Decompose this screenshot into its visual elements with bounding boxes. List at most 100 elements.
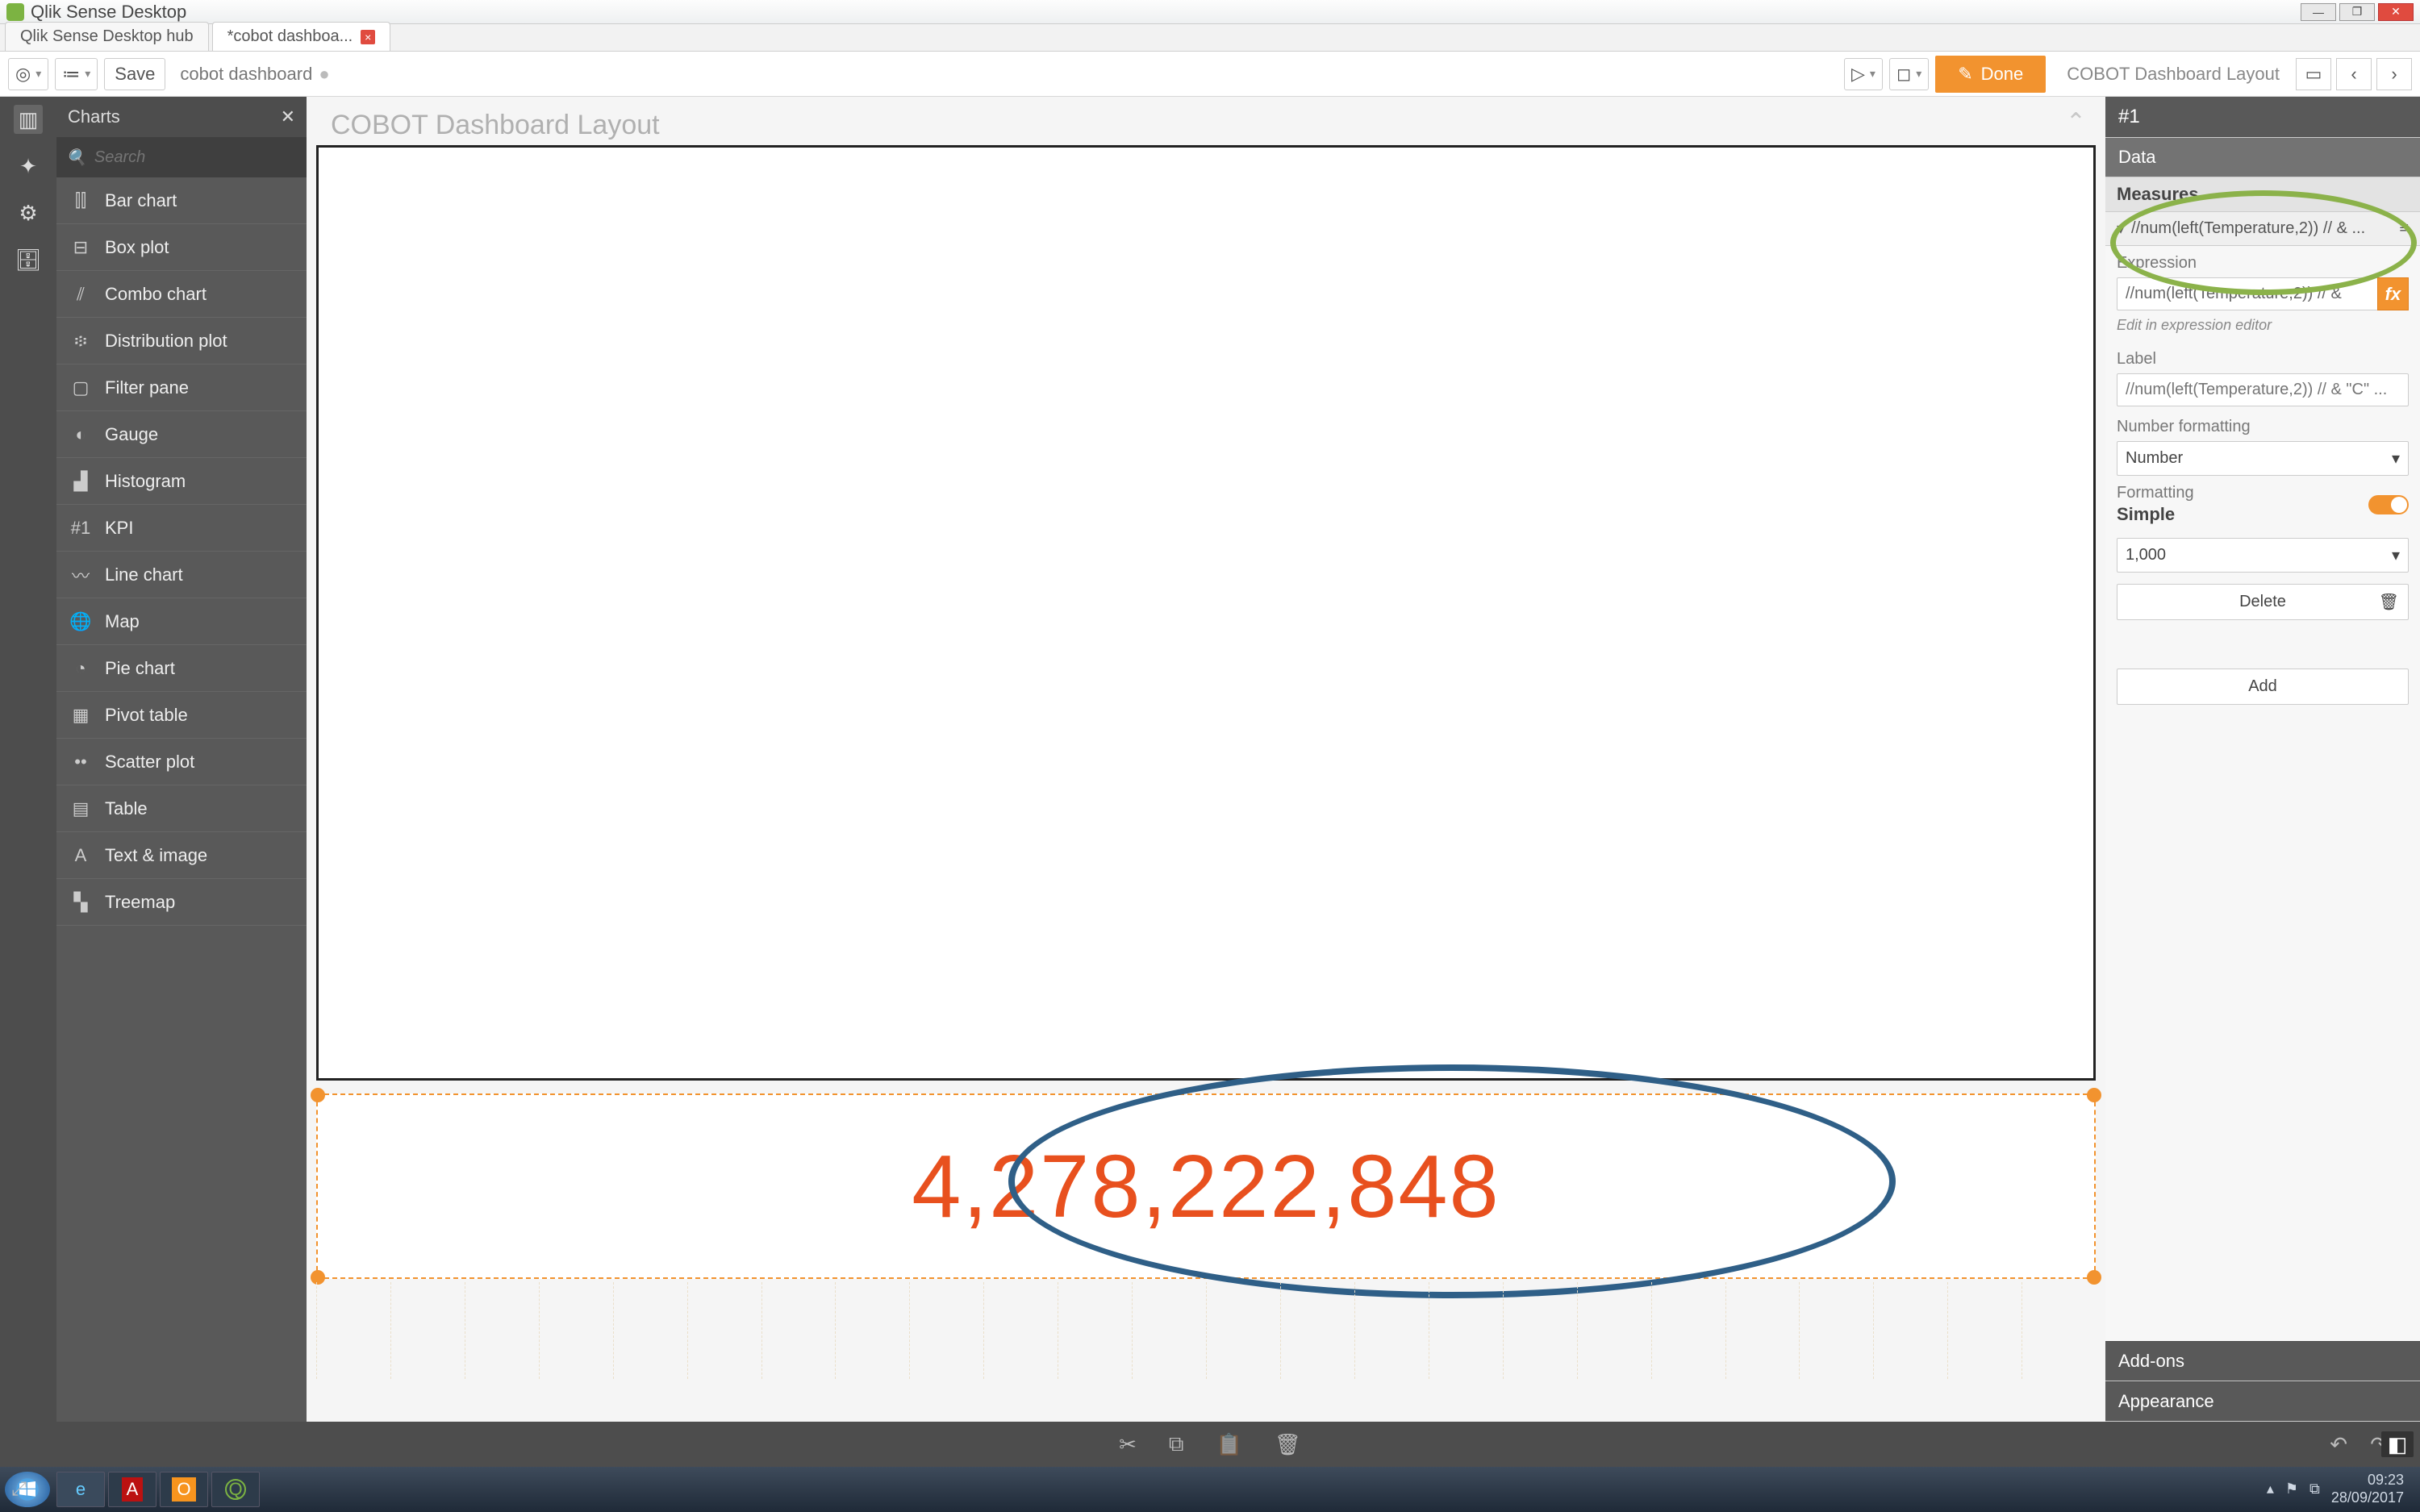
resize-handle-ne[interactable] (2087, 1088, 2101, 1102)
chart-item-line-chart[interactable]: 〰Line chart (56, 552, 307, 598)
maximize-button[interactable]: ❐ (2339, 3, 2375, 21)
assets-search[interactable]: 🔍 (56, 137, 307, 177)
chart-item-text-image[interactable]: AText & image (56, 832, 307, 879)
combo-chart-icon: ⫽ (69, 284, 92, 305)
section-appearance[interactable]: Appearance (2105, 1381, 2420, 1422)
tray-flag-icon[interactable]: ⚑ (2285, 1481, 2298, 1498)
system-tray[interactable]: ▴ ⚑ ⧉ 09:23 28/09/2017 (2267, 1472, 2415, 1506)
charts-rail-icon[interactable]: ▥ (14, 105, 43, 134)
fx-button[interactable]: fx (2377, 277, 2409, 310)
app-name: cobot dashboard (180, 64, 312, 85)
storytelling-button[interactable]: ▷ ▾ (1844, 58, 1883, 90)
number-formatting-select[interactable]: Number ▾ (2117, 441, 2409, 476)
chart-item-distribution-plot[interactable]: ፨Distribution plot (56, 318, 307, 364)
expression-hint[interactable]: Edit in expression editor (2105, 314, 2420, 342)
chevron-down-icon: ▾ (2392, 448, 2400, 469)
chart-item-pivot-table[interactable]: ▦Pivot table (56, 692, 307, 739)
pivot-table-icon: ▦ (69, 705, 92, 726)
sheet-list-button[interactable]: ▭ (2296, 58, 2331, 90)
sheet-title[interactable]: COBOT Dashboard Layout (331, 110, 660, 141)
global-menu-button[interactable]: ◎ ▾ (8, 58, 48, 90)
tray-network-icon[interactable]: ⧉ (2309, 1481, 2320, 1498)
taskbar-qlik[interactable]: Q (211, 1472, 260, 1507)
chart-item-label: Table (105, 798, 148, 819)
prev-sheet-button[interactable]: ‹ (2336, 58, 2372, 90)
chart-item-gauge[interactable]: ◐Gauge (56, 411, 307, 458)
measures-header: Measures (2105, 177, 2420, 212)
close-assets-icon[interactable]: ✕ (281, 106, 295, 127)
expression-input[interactable] (2117, 277, 2377, 310)
kpi-icon: #1 (69, 518, 92, 539)
expand-rail-icon[interactable]: ⤢ (11, 1478, 27, 1501)
tab-hub[interactable]: Qlik Sense Desktop hub (5, 22, 209, 51)
bookmark-button[interactable]: ◻ ▾ (1889, 58, 1929, 90)
tray-clock[interactable]: 09:23 28/09/2017 (2331, 1472, 2404, 1506)
copy-icon[interactable]: ⧉ (1169, 1431, 1184, 1457)
properties-header: #1 (2105, 97, 2420, 137)
taskbar-ie[interactable]: e (56, 1472, 105, 1507)
chart-item-kpi[interactable]: #1KPI (56, 505, 307, 552)
empty-visualization-placeholder[interactable] (316, 145, 2096, 1081)
chart-item-pie-chart[interactable]: ◔Pie chart (56, 645, 307, 692)
delete-icon[interactable]: 🗑 (1275, 1432, 1301, 1457)
chart-item-box-plot[interactable]: ⊟Box plot (56, 224, 307, 271)
close-window-button[interactable]: ✕ (2378, 3, 2414, 21)
qlik-icon: Q (225, 1479, 246, 1500)
master-items-rail-icon[interactable]: ⚙ (14, 198, 43, 227)
undo-icon[interactable]: ↶ (2330, 1432, 2347, 1457)
chart-item-label: Treemap (105, 892, 175, 913)
label-input[interactable] (2117, 373, 2409, 406)
measure-item[interactable]: ▾ //num(left(Temperature,2)) // & ... ≡ (2105, 212, 2420, 246)
tab-label: *cobot dashboa... (227, 27, 353, 46)
chart-item-label: Text & image (105, 845, 207, 866)
chart-item-filter-pane[interactable]: ▢Filter pane (56, 364, 307, 411)
kpi-value: 4,278,222,848 (912, 1135, 1500, 1238)
save-button[interactable]: Save (104, 58, 165, 90)
formatting-toggle[interactable] (2368, 495, 2409, 514)
outlook-icon: O (172, 1477, 195, 1502)
cut-icon[interactable]: ✂ (1119, 1432, 1137, 1457)
custom-objects-rail-icon[interactable]: ✦ (14, 152, 43, 181)
box-plot-icon: ⊟ (69, 237, 92, 258)
sheet-canvas[interactable]: COBOT Dashboard Layout ⌃ 4,278,222,848 (307, 97, 2105, 1422)
paste-icon[interactable]: 📋 (1216, 1432, 1241, 1457)
collapse-icon: ▾ (2117, 219, 2125, 239)
section-data[interactable]: Data (2105, 137, 2420, 177)
app-status-dot-icon: ● (319, 64, 329, 85)
chart-item-scatter-plot[interactable]: ••Scatter plot (56, 739, 307, 785)
chart-item-combo-chart[interactable]: ⫽Combo chart (56, 271, 307, 318)
kpi-object[interactable]: 4,278,222,848 (316, 1093, 2096, 1279)
chart-item-label: Distribution plot (105, 331, 227, 352)
tray-chevron-icon[interactable]: ▴ (2267, 1481, 2274, 1498)
chart-item-treemap[interactable]: ▚Treemap (56, 879, 307, 926)
pie-chart-icon: ◔ (69, 658, 92, 679)
format-pattern-select[interactable]: 1,000 ▾ (2117, 538, 2409, 573)
add-measure-button[interactable]: Add (2117, 669, 2409, 705)
chart-item-table[interactable]: ▤Table (56, 785, 307, 832)
assets-header: Charts ✕ (56, 97, 307, 137)
search-input[interactable] (94, 148, 311, 167)
toggle-properties-icon[interactable]: ◧ (2381, 1431, 2414, 1457)
tray-date: 28/09/2017 (2331, 1489, 2404, 1507)
chart-item-map[interactable]: 🌐Map (56, 598, 307, 645)
tab-cobot-dashboard[interactable]: *cobot dashboa... × (212, 22, 391, 51)
expand-sheet-icon[interactable]: ⌃ (2066, 108, 2086, 136)
chart-item-label: Map (105, 611, 140, 632)
fields-rail-icon[interactable]: 🗄 (14, 245, 43, 274)
number-formatting-label: Number formatting (2117, 418, 2409, 436)
chart-item-histogram[interactable]: ▟Histogram (56, 458, 307, 505)
delete-measure-button[interactable]: Delete 🗑 (2117, 584, 2409, 620)
chart-item-bar-chart[interactable]: ⫿⫿Bar chart (56, 177, 307, 224)
close-tab-icon[interactable]: × (361, 30, 375, 44)
taskbar-outlook[interactable]: O (160, 1472, 208, 1507)
done-button[interactable]: ✎ Done (1935, 56, 2046, 93)
resize-handle-nw[interactable] (311, 1088, 325, 1102)
app-toolbar: ◎ ▾ ≔ ▾ Save cobot dashboard ● ▷ ▾ ◻ ▾ ✎… (0, 52, 2420, 97)
section-addons[interactable]: Add-ons (2105, 1341, 2420, 1381)
gauge-icon: ◐ (69, 424, 92, 445)
next-sheet-button[interactable]: › (2376, 58, 2412, 90)
view-menu-button[interactable]: ≔ ▾ (55, 58, 98, 90)
taskbar-adobe[interactable]: A (108, 1472, 156, 1507)
minimize-button[interactable]: — (2301, 3, 2336, 21)
measure-menu-icon[interactable]: ≡ (2399, 219, 2409, 238)
